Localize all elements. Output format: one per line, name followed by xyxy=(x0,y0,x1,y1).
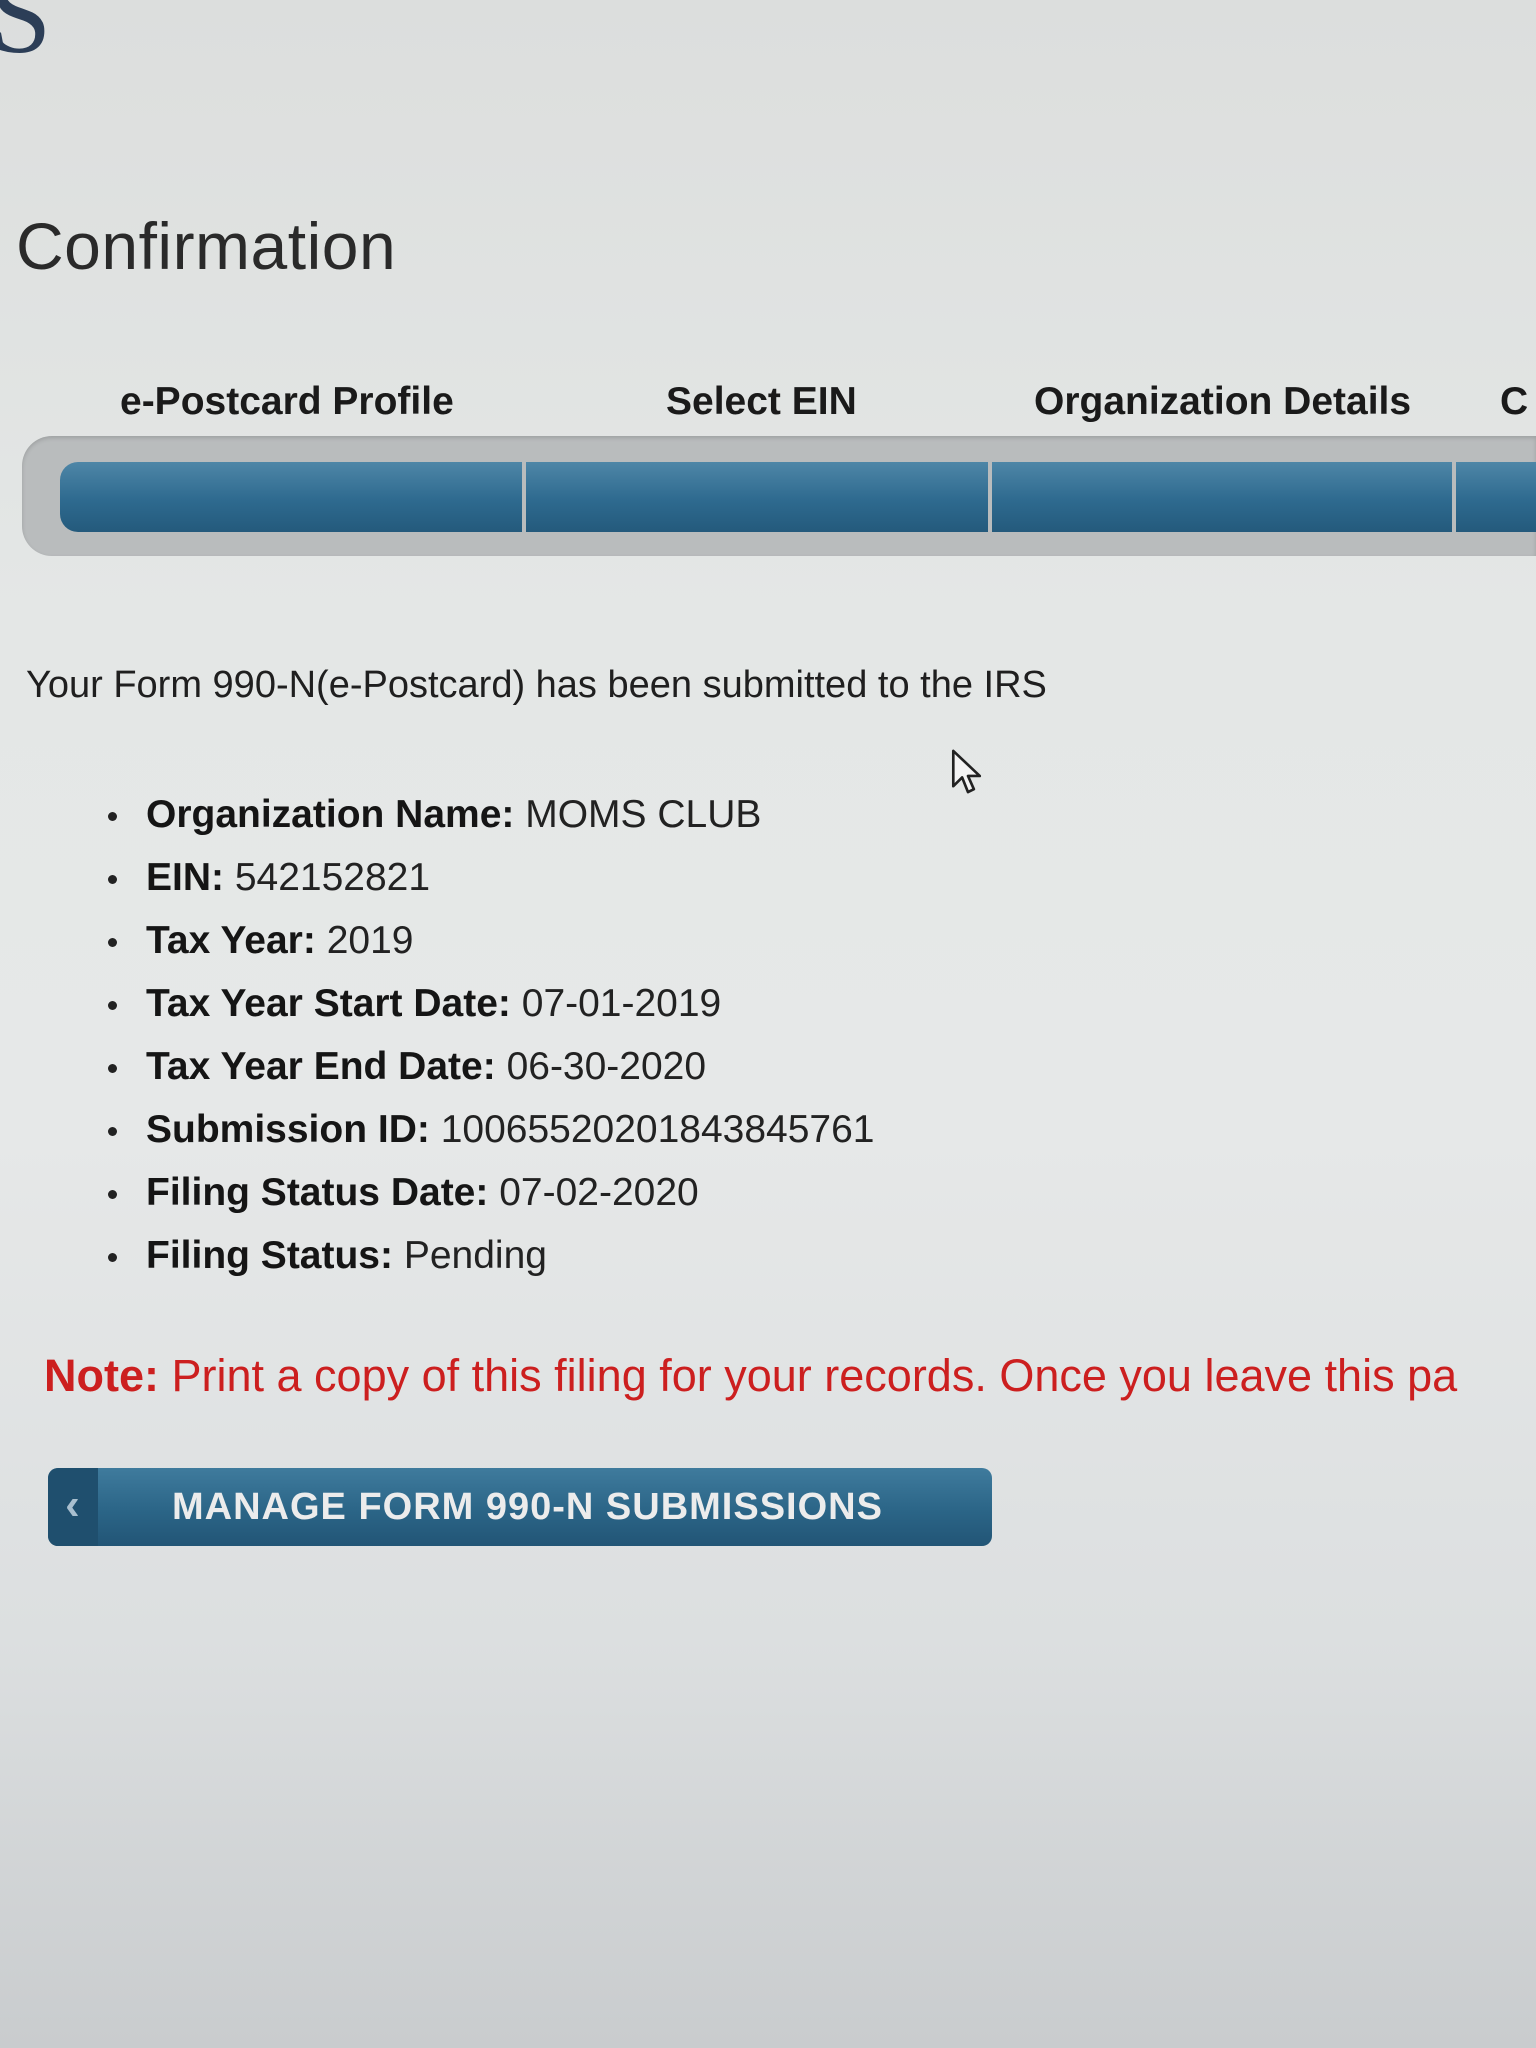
confirmation-message: Your Form 990-N(e-Postcard) has been sub… xyxy=(26,664,1047,706)
manage-submissions-button[interactable]: ‹ MANAGE FORM 990-N SUBMISSIONS xyxy=(48,1468,992,1546)
step-segment-3 xyxy=(992,462,1452,532)
bullet-icon xyxy=(108,1064,117,1073)
bullet-icon xyxy=(108,938,117,947)
manage-submissions-label: MANAGE FORM 990-N SUBMISSIONS xyxy=(172,1485,883,1528)
detail-value: 07-02-2020 xyxy=(499,1171,699,1214)
bullet-icon xyxy=(108,1127,117,1136)
step-segment-1 xyxy=(60,462,522,532)
detail-ein: EIN: 542152821 xyxy=(100,851,1200,914)
print-note: Note: Print a copy of this filing for yo… xyxy=(44,1350,1536,1402)
step-segment-4 xyxy=(1456,462,1536,532)
detail-organization-name: Organization Name: MOMS CLUB xyxy=(100,788,1200,851)
detail-tax-year: Tax Year: 2019 xyxy=(100,914,1200,977)
step-organization-details: Organization Details xyxy=(1034,380,1412,423)
detail-label: Organization Name: xyxy=(146,793,515,836)
note-label: Note: xyxy=(44,1350,159,1401)
site-logo-fragment: S xyxy=(0,0,52,76)
progress-stepper: e-Postcard Profile Select EIN Organizati… xyxy=(22,380,1536,556)
detail-filing-status: Filing Status: Pending xyxy=(100,1229,1200,1292)
detail-label: Submission ID: xyxy=(146,1108,430,1151)
bullet-icon xyxy=(108,1253,117,1262)
detail-value: 06-30-2020 xyxy=(506,1045,707,1088)
bullet-icon xyxy=(108,875,117,884)
detail-tax-year-end-date: Tax Year End Date: 06-30-2020 xyxy=(100,1040,1200,1103)
step-epostcard-profile: e-Postcard Profile xyxy=(120,380,454,423)
detail-label: Tax Year: xyxy=(146,919,316,962)
bullet-icon xyxy=(108,1190,117,1199)
chevron-left-icon: ‹ xyxy=(48,1468,98,1546)
detail-label: Tax Year Start Date: xyxy=(146,982,511,1025)
submission-details-list: Organization Name: MOMS CLUB EIN: 542152… xyxy=(100,788,1200,1292)
bullet-icon xyxy=(108,812,117,821)
step-select-ein: Select EIN xyxy=(666,380,857,423)
bullet-icon xyxy=(108,1001,117,1010)
detail-label: Filing Status: xyxy=(146,1234,393,1277)
detail-label: Tax Year End Date: xyxy=(146,1045,496,1088)
detail-value: Pending xyxy=(403,1234,547,1277)
page-title: Confirmation xyxy=(16,209,397,283)
detail-value: 07-01-2019 xyxy=(521,982,722,1025)
detail-submission-id: Submission ID: 10065520201843845761 xyxy=(100,1103,1200,1166)
detail-label: EIN: xyxy=(146,856,224,899)
detail-value: 10065520201843845761 xyxy=(440,1108,875,1151)
detail-label: Filing Status Date: xyxy=(146,1171,489,1214)
note-text: Print a copy of this filing for your rec… xyxy=(171,1350,1458,1401)
detail-value: 542152821 xyxy=(234,856,431,899)
detail-tax-year-start-date: Tax Year Start Date: 07-01-2019 xyxy=(100,977,1200,1040)
detail-value: 2019 xyxy=(326,919,414,962)
step-confirmation: C xyxy=(1500,380,1529,423)
detail-filing-status-date: Filing Status Date: 07-02-2020 xyxy=(100,1166,1200,1229)
detail-value: MOMS CLUB xyxy=(525,793,762,836)
step-segment-2 xyxy=(526,462,988,532)
